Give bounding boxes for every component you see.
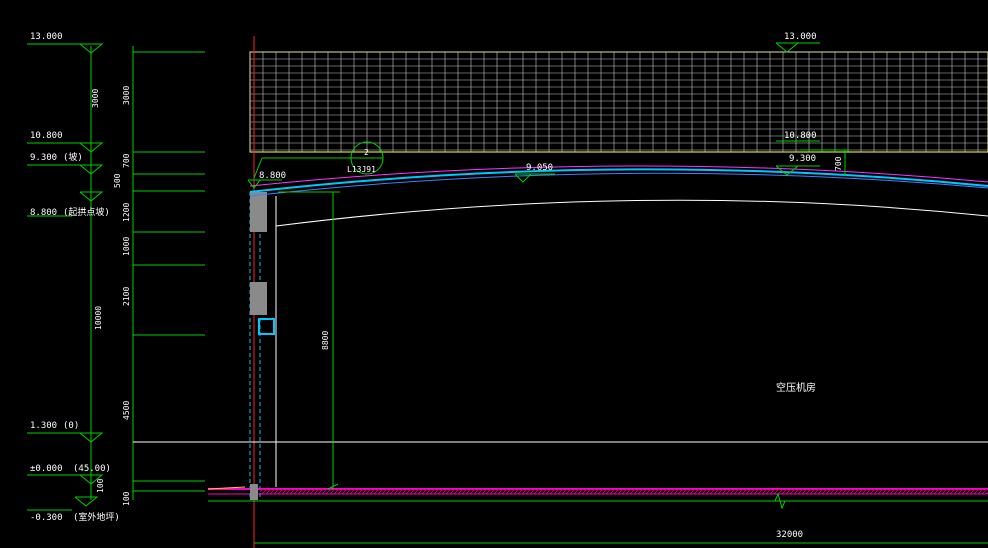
level-label: 9.050 — [526, 163, 553, 173]
roof-panel-outline — [249, 51, 988, 153]
callout-number: 2 — [364, 148, 369, 157]
level-note: (0) — [63, 421, 79, 431]
ceiling-line — [275, 199, 988, 227]
callout-ref: L13J91 — [347, 165, 376, 174]
level-label: 9.300 — [30, 153, 57, 163]
dims-inner: 3000 700 500 1200 1000 2100 4500 100 — [96, 86, 131, 493]
right-level-13000: 13.000 — [775, 32, 820, 53]
level-label: 10.800 — [784, 131, 817, 141]
dim-text: 700 — [122, 153, 131, 168]
level-note: (室外地坪) — [73, 511, 120, 523]
dim-text: 2100 — [122, 287, 131, 306]
level-label: -0.300 — [30, 513, 63, 523]
footing — [250, 484, 258, 500]
level-label: 8.800 — [30, 208, 57, 218]
dim-text: 10000 — [94, 306, 103, 330]
window-block — [250, 192, 267, 232]
room-label: 空压机房 — [776, 381, 816, 394]
dim-text: 4500 — [122, 401, 131, 420]
span-dim-text: 32000 — [776, 530, 803, 540]
level-label: ±0.000 — [30, 464, 63, 474]
level-note: (起拱点坡) — [63, 206, 110, 218]
level-label: 10.800 — [30, 131, 63, 141]
level-label: 1.300 — [30, 421, 57, 431]
window-block — [250, 282, 267, 315]
roof-panel-grid — [249, 51, 988, 153]
dim-text: 3000 — [122, 86, 131, 105]
dim-text: 100 — [96, 478, 105, 493]
break-mark — [770, 492, 790, 510]
elevation-drawing: 13.000 10.800 9.300 (坡) 8.800 (起拱点坡) 1.3… — [27, 32, 988, 548]
level-label: 13.000 — [784, 32, 817, 42]
vent-box — [258, 318, 275, 335]
level-label: 13.000 — [30, 32, 63, 42]
dim-text: 100 — [122, 491, 131, 506]
dim-text: 1000 — [122, 237, 131, 256]
roof-dim-text: 700 — [834, 156, 843, 171]
cad-drawing-canvas[interactable]: 13.000 10.800 9.300 (坡) 8.800 (起拱点坡) 1.3… — [0, 0, 988, 548]
height-dim-text: 8800 — [321, 331, 330, 350]
level-note: (45.00) — [73, 464, 111, 474]
floor-hatch — [260, 489, 988, 494]
dim-text: 500 — [113, 173, 122, 188]
level-label: 9.300 — [789, 154, 816, 164]
level-label: 8.800 — [259, 171, 286, 181]
dim-text: 3000 — [91, 89, 100, 108]
level-marker-7: -0.300 (室外地坪) — [27, 496, 120, 523]
dim-text: 1200 — [122, 203, 131, 222]
level-marker-4: 8.800 (起拱点坡) — [27, 191, 110, 218]
level-note: (坡) — [63, 151, 83, 163]
